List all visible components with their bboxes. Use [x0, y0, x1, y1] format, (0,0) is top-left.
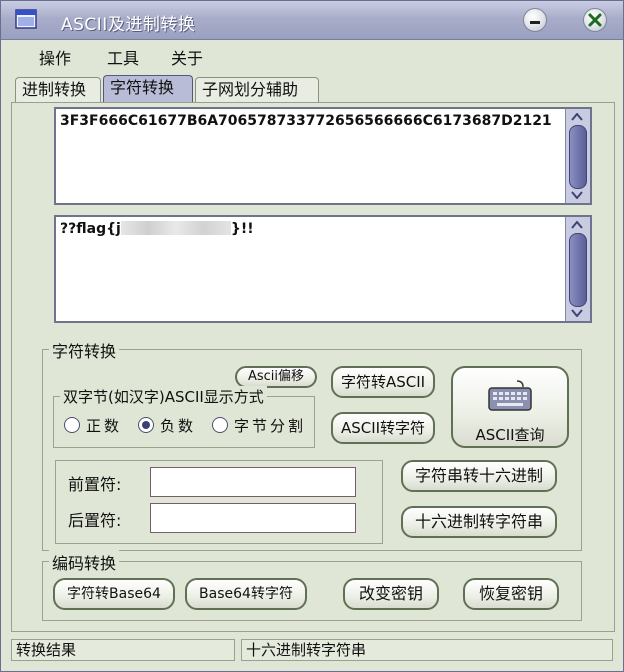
scroll-down-icon — [571, 191, 583, 199]
tab-subnet-helper[interactable]: 子网划分辅助 — [195, 77, 319, 103]
tab-panel: 3F3F666C61677B6A706578733772656566666C61… — [11, 102, 615, 632]
suffix-label: 后置符: — [68, 511, 122, 530]
radio-positive[interactable]: 正数 — [64, 417, 134, 435]
double-byte-label: 双字节(如汉字)ASCII显示方式 — [60, 386, 267, 407]
menu-tools[interactable]: 工具 — [107, 45, 139, 69]
close-button[interactable] — [583, 8, 607, 32]
char-scroll-thumb[interactable] — [569, 233, 587, 307]
change-key-button[interactable]: 改变密钥 — [343, 578, 439, 610]
char-text: ??flag{j — [60, 221, 121, 237]
prefix-label: 前置符: — [68, 475, 122, 494]
minimize-button[interactable] — [523, 8, 547, 32]
radio-positive-circle[interactable] — [64, 417, 80, 433]
radio-byte-split-circle[interactable] — [212, 417, 228, 433]
char-convert-group-label: 字符转换 — [49, 338, 120, 362]
to-base64-button[interactable]: 字符转Base64 — [53, 578, 175, 610]
encode-group-label: 编码转换 — [49, 550, 120, 574]
char-textarea[interactable]: ??flag{j}!! — [54, 215, 592, 323]
radio-negative-circle[interactable] — [138, 417, 154, 433]
minimize-icon — [530, 21, 540, 24]
redacted-block — [120, 221, 231, 235]
radio-positive-label: 正数 — [86, 417, 123, 435]
double-byte-group: 双字节(如汉字)ASCII显示方式 正数 负数 字节分割 — [53, 386, 315, 448]
scroll-up-icon — [571, 113, 583, 121]
close-icon — [588, 13, 602, 27]
radio-negative[interactable]: 负数 — [138, 417, 208, 435]
restore-key-button[interactable]: 恢复密钥 — [463, 578, 559, 610]
prefix-input[interactable] — [150, 467, 356, 497]
ascii-to-char-button[interactable]: ASCII转字符 — [331, 412, 435, 444]
hex-to-str-button[interactable]: 十六进制转字符串 — [401, 506, 557, 538]
status-right: 十六进制转字符串 — [241, 639, 613, 661]
ascii-offset-button[interactable]: Ascii偏移 — [235, 366, 317, 388]
char-to-ascii-button[interactable]: 字符转ASCII — [331, 366, 435, 398]
tab-char-convert[interactable]: 字符转换 — [103, 75, 193, 103]
hex-text: 3F3F666C61677B6A706578733772656566666C61… — [60, 113, 552, 129]
menu-about[interactable]: 关于 — [171, 45, 203, 69]
menu-operate[interactable]: 操作 — [39, 45, 71, 69]
char-convert-group: 字符转换 Ascii偏移 双字节(如汉字)ASCII显示方式 正数 负数 字节分… — [42, 338, 582, 551]
char-scrollbar[interactable] — [565, 217, 590, 321]
encode-group: 编码转换 字符转Base64 Base64转字符 改变密钥 恢复密钥 — [42, 550, 582, 621]
hex-textarea[interactable]: 3F3F666C61677B6A706578733772656566666C61… — [54, 107, 592, 205]
hex-scroll-thumb[interactable] — [569, 125, 587, 189]
scroll-down-icon — [571, 309, 583, 317]
tab-radix-convert[interactable]: 进制转换 — [15, 77, 101, 103]
keyboard-icon — [488, 380, 532, 411]
main-window: ASCII及进制转换 操作 工具 关于 进制转换 字符转换 子网划分辅助 3F3… — [0, 0, 624, 672]
ascii-query-label: ASCII查询 — [475, 426, 545, 444]
ascii-query-button[interactable]: ASCII查询 — [451, 366, 569, 448]
suffix-input[interactable] — [150, 503, 356, 533]
window-title: ASCII及进制转换 — [61, 15, 196, 35]
str-to-hex-button[interactable]: 字符串转十六进制 — [401, 460, 557, 492]
radio-negative-label: 负数 — [160, 417, 197, 435]
scroll-up-icon — [571, 221, 583, 229]
from-base64-button[interactable]: Base64转字符 — [185, 578, 307, 610]
status-left: 转换结果 — [11, 639, 235, 661]
affix-group: 前置符: 后置符: — [55, 460, 383, 544]
char-text-tail: }!! — [230, 221, 254, 237]
menu-bar: 操作 工具 关于 — [1, 39, 623, 71]
hex-scrollbar[interactable] — [565, 109, 590, 203]
radio-byte-split-label: 字节分割 — [234, 417, 307, 435]
app-window-icon — [15, 9, 37, 29]
title-bar[interactable]: ASCII及进制转换 — [1, 1, 623, 40]
radio-byte-split[interactable]: 字节分割 — [212, 417, 312, 435]
